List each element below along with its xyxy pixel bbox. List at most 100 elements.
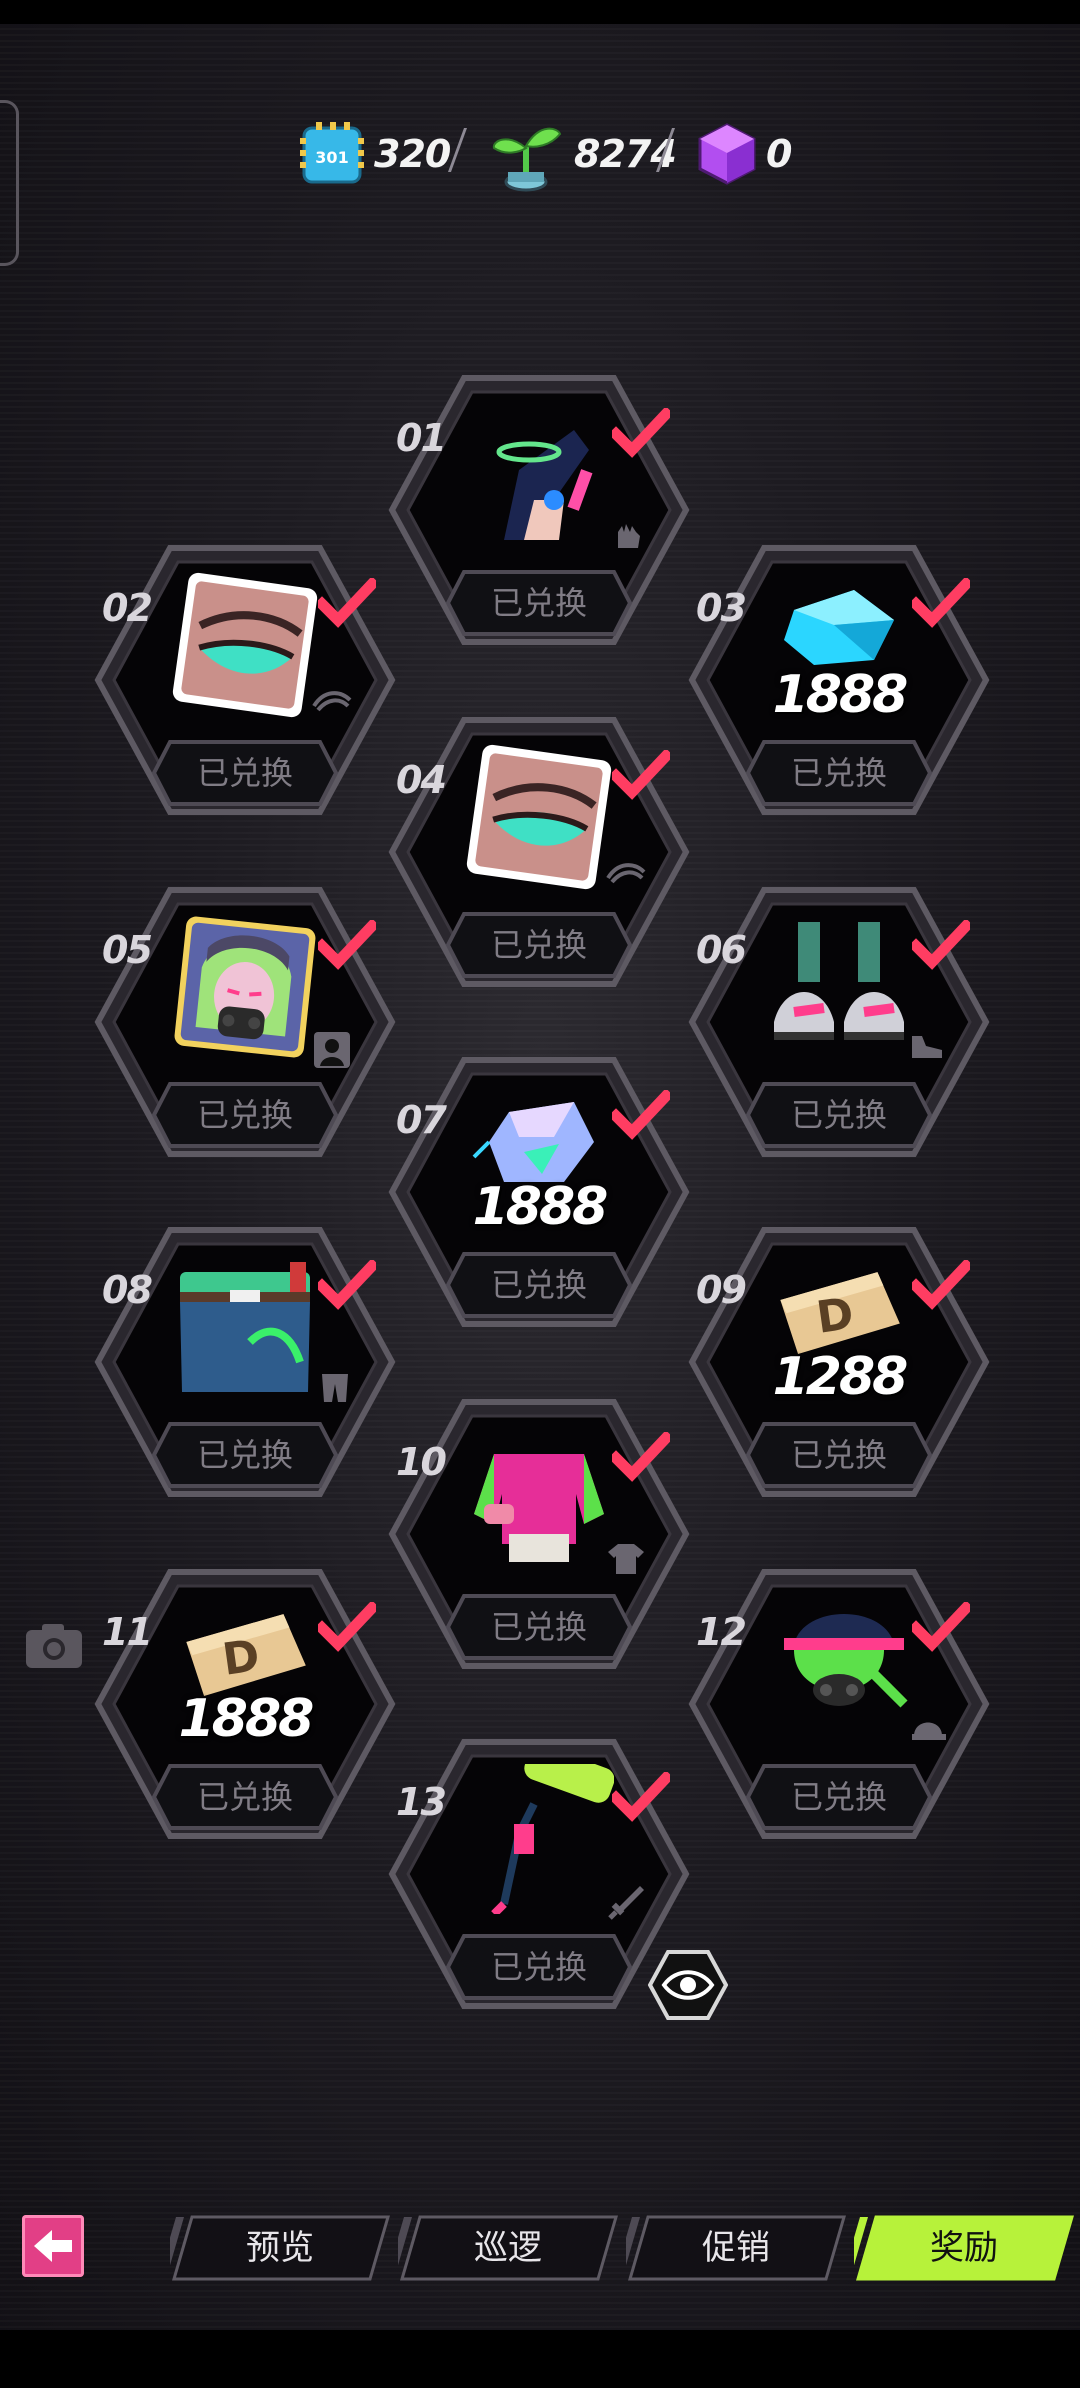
sneakers-art [764,912,914,1062]
slot-number: 01 [396,416,447,460]
check-icon [608,748,674,804]
shoe-icon [908,1030,946,1064]
reward-slot[interactable]: 05 已兑换 [90,882,400,1182]
reward-slot[interactable]: 04 已兑换 [384,712,694,1012]
check-icon [608,1770,674,1826]
glove-icon [612,518,646,556]
tab-label: 奖励 [930,2228,998,2268]
reward-slot[interactable]: 10 已兑换 [384,1394,694,1694]
slot-number: 10 [396,1440,447,1484]
check-icon [314,576,380,632]
slot-number: 03 [696,586,747,630]
tab-label: 预览 [246,2228,314,2268]
redeemed-label: 已兑换 [196,1096,293,1134]
check-icon [314,1258,380,1314]
currency-bar: 301 320 8274 0 [0,112,1080,196]
currency-sprout: 8274 [484,112,677,196]
check-icon [314,1600,380,1656]
slot-number: 12 [696,1610,747,1654]
redeemed-label: 已兑换 [490,1608,587,1646]
redeemed-label: 已兑换 [196,1778,293,1816]
reward-amount: 1288 [772,1347,909,1407]
tab-label: 促销 [702,2228,770,2268]
bottom-bar-area [0,2330,1080,2388]
redeemed-button[interactable]: 已兑换 [444,910,634,980]
slot-number: 06 [696,928,747,972]
redeemed-button[interactable]: 已兑换 [744,1420,934,1490]
redeemed-button[interactable]: 已兑换 [150,1420,340,1490]
cube-count: 0 [766,132,792,176]
check-icon [608,1430,674,1486]
redeemed-label: 已兑换 [790,1096,887,1134]
camera-button[interactable] [24,1620,84,1674]
reward-slot[interactable]: 08 已兑换 [90,1222,400,1522]
reward-slot[interactable]: 12 已兑换 [684,1564,994,1864]
reward-slot[interactable]: 02 已兑换 [90,540,400,840]
redeemed-label: 已兑换 [490,1266,587,1304]
purple-cube-icon [698,123,756,185]
redeemed-label: 已兑换 [490,1948,587,1986]
check-icon [908,1258,974,1314]
reward-slot[interactable]: 01 已兑换 [384,370,694,670]
redeemed-button[interactable]: 已兑换 [744,1762,934,1832]
redeemed-button[interactable]: 已兑换 [744,738,934,808]
check-icon [314,918,380,974]
pants-icon [318,1370,352,1408]
check-icon [908,1600,974,1656]
reward-slot[interactable]: 06 已兑换 [684,882,994,1182]
pants-art [170,1252,320,1402]
redeemed-button[interactable]: 已兑换 [444,568,634,638]
back-arrow-icon [34,2230,72,2262]
redeemed-label: 已兑换 [790,1778,887,1816]
svg-text:D: D [219,1630,262,1686]
jacket-art [464,1424,614,1574]
eyebrow-icon [312,688,352,716]
redeemed-label: 已兑换 [790,754,887,792]
check-icon [608,1088,674,1144]
hat-icon [910,1712,946,1746]
eye-makeup-art [464,742,614,892]
redeemed-button[interactable]: 已兑换 [444,1932,634,2002]
redeemed-label: 已兑换 [196,1436,293,1474]
fingerless-glove-art [464,400,614,550]
check-icon [608,406,674,462]
reward-slot[interactable]: 1888 07 已兑换 [384,1052,694,1352]
chip-token-icon: 301 [300,122,364,184]
slot-number: 13 [396,1780,447,1824]
slot-number: 07 [396,1098,447,1142]
redeemed-label: 已兑换 [490,584,587,622]
eye-makeup-art [170,570,320,720]
check-icon [908,576,974,632]
reward-slot[interactable]: D 1288 09 已兑换 [684,1222,994,1522]
redeemed-label: 已兑换 [196,754,293,792]
redeemed-button[interactable]: 已兑换 [744,1080,934,1150]
cap-mask-art [764,1594,914,1744]
redeemed-button[interactable]: 已兑换 [150,1762,340,1832]
preview-eye-button[interactable] [647,1948,729,2026]
slot-number: 05 [102,928,153,972]
svg-text:D: D [813,1288,856,1344]
slot-number: 09 [696,1268,747,1312]
eyebrow-icon [606,860,646,888]
slot-number: 08 [102,1268,153,1312]
slot-number: 04 [396,758,447,802]
tab-1[interactable]: 巡逻 [398,2213,618,2283]
redeemed-button[interactable]: 已兑换 [150,738,340,808]
redeemed-label: 已兑换 [490,926,587,964]
paint-roller-art [464,1744,615,1917]
weapon-icon [606,1882,646,1926]
tab-2[interactable]: 促销 [626,2213,846,2283]
redeemed-button[interactable]: 已兑换 [444,1592,634,1662]
camera-icon [26,1624,82,1668]
redeemed-button[interactable]: 已兑换 [444,1250,634,1320]
reward-slot[interactable]: D 1888 11 已兑换 [90,1564,400,1864]
reward-slot[interactable]: 1888 03 已兑换 [684,540,994,840]
tab-3[interactable]: 奖励 [854,2213,1074,2283]
avatar-portrait-art [170,912,320,1062]
back-button[interactable] [22,2215,84,2277]
redeemed-button[interactable]: 已兑换 [150,1080,340,1150]
currency-cube: 0 [694,112,792,196]
svg-text:301: 301 [315,148,348,167]
tab-0[interactable]: 预览 [170,2213,390,2283]
slot-number: 11 [102,1610,153,1654]
